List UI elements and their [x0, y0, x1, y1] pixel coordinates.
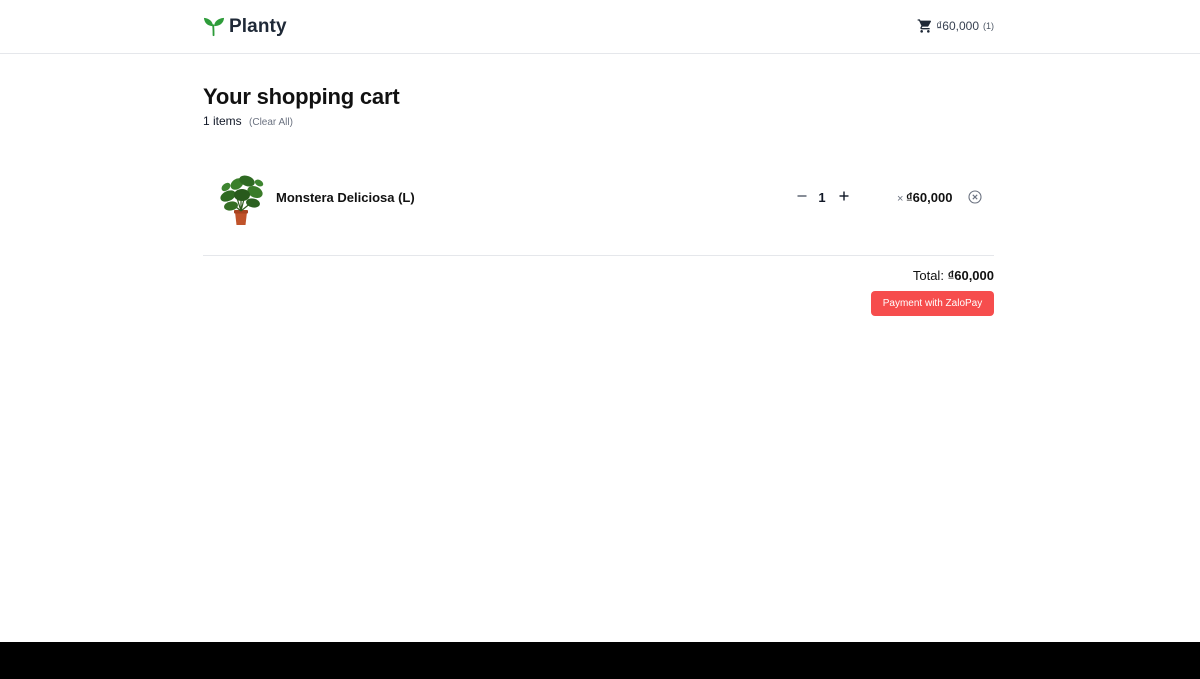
cart-icon	[917, 19, 932, 33]
minus-icon	[797, 195, 807, 197]
total-label: Total:	[912, 268, 944, 283]
cart-item-row: Monstera Deliciosa (L) 1 × ₫60,000	[203, 166, 994, 230]
page-title: Your shopping cart	[203, 84, 400, 109]
zalopay-payment-button[interactable]: Payment with ZaloPay	[871, 291, 994, 316]
brand-name: Planty	[229, 16, 287, 37]
header-cart-count: (1)	[983, 21, 994, 31]
leaf-icon	[203, 17, 225, 37]
decrease-quantity-button[interactable]	[794, 188, 810, 204]
remove-item-icon[interactable]	[968, 190, 982, 204]
cart-divider	[203, 255, 994, 256]
cart-item-count-line: 1 items (Clear All)	[203, 114, 293, 128]
clear-all-button[interactable]: (Clear All)	[249, 117, 293, 128]
header-cart-button[interactable]: ₫60,000 (1)	[917, 18, 994, 34]
cart-total-line: Total: ₫60,000	[913, 268, 994, 283]
plus-icon	[839, 191, 849, 201]
product-image	[220, 175, 264, 225]
header-cart-total: ₫60,000	[936, 19, 979, 33]
item-price: ₫60,000	[906, 190, 953, 205]
page: Planty ₫60,000 (1) Your shopping cart 1 …	[0, 0, 1200, 679]
product-name: Monstera Deliciosa (L)	[276, 190, 415, 205]
total-value: ₫60,000	[947, 268, 994, 283]
times-symbol: ×	[897, 193, 904, 205]
brand-link[interactable]: Planty	[203, 16, 287, 38]
top-header: Planty ₫60,000 (1)	[0, 0, 1200, 54]
bottom-black-bar	[0, 642, 1200, 679]
cart-item-count: 1 items	[203, 114, 242, 128]
quantity-value: 1	[818, 190, 826, 205]
increase-quantity-button[interactable]	[836, 188, 852, 204]
